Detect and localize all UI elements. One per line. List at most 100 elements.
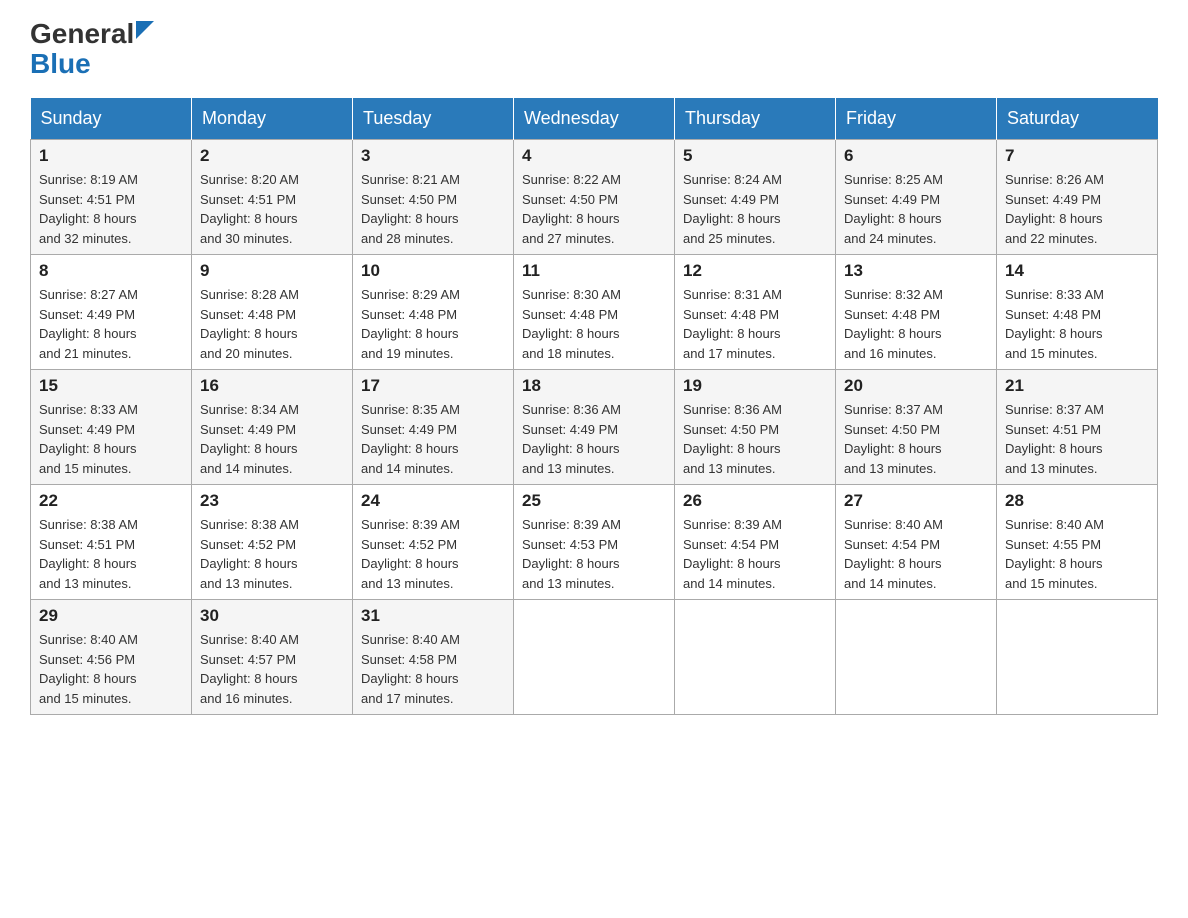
day-number: 24 <box>361 491 505 511</box>
day-cell: 30 Sunrise: 8:40 AM Sunset: 4:57 PM Dayl… <box>192 600 353 715</box>
day-number: 13 <box>844 261 988 281</box>
day-cell: 20 Sunrise: 8:37 AM Sunset: 4:50 PM Dayl… <box>836 370 997 485</box>
calendar-table: SundayMondayTuesdayWednesdayThursdayFrid… <box>30 98 1158 715</box>
logo-general: General <box>30 20 134 48</box>
day-number: 5 <box>683 146 827 166</box>
day-number: 28 <box>1005 491 1149 511</box>
day-number: 14 <box>1005 261 1149 281</box>
day-cell: 25 Sunrise: 8:39 AM Sunset: 4:53 PM Dayl… <box>514 485 675 600</box>
logo: General Blue <box>30 20 158 78</box>
page-header: General Blue <box>30 20 1158 78</box>
week-row-2: 8 Sunrise: 8:27 AM Sunset: 4:49 PM Dayli… <box>31 255 1158 370</box>
day-number: 3 <box>361 146 505 166</box>
calendar-header: SundayMondayTuesdayWednesdayThursdayFrid… <box>31 98 1158 140</box>
day-cell: 1 Sunrise: 8:19 AM Sunset: 4:51 PM Dayli… <box>31 140 192 255</box>
header-row: SundayMondayTuesdayWednesdayThursdayFrid… <box>31 98 1158 140</box>
header-friday: Friday <box>836 98 997 140</box>
day-cell: 4 Sunrise: 8:22 AM Sunset: 4:50 PM Dayli… <box>514 140 675 255</box>
day-cell: 10 Sunrise: 8:29 AM Sunset: 4:48 PM Dayl… <box>353 255 514 370</box>
day-info: Sunrise: 8:40 AM Sunset: 4:57 PM Dayligh… <box>200 630 344 708</box>
day-info: Sunrise: 8:39 AM Sunset: 4:52 PM Dayligh… <box>361 515 505 593</box>
day-cell: 14 Sunrise: 8:33 AM Sunset: 4:48 PM Dayl… <box>997 255 1158 370</box>
day-cell: 19 Sunrise: 8:36 AM Sunset: 4:50 PM Dayl… <box>675 370 836 485</box>
day-cell: 31 Sunrise: 8:40 AM Sunset: 4:58 PM Dayl… <box>353 600 514 715</box>
day-number: 18 <box>522 376 666 396</box>
day-cell: 3 Sunrise: 8:21 AM Sunset: 4:50 PM Dayli… <box>353 140 514 255</box>
day-info: Sunrise: 8:36 AM Sunset: 4:50 PM Dayligh… <box>683 400 827 478</box>
day-number: 30 <box>200 606 344 626</box>
week-row-4: 22 Sunrise: 8:38 AM Sunset: 4:51 PM Dayl… <box>31 485 1158 600</box>
calendar-body: 1 Sunrise: 8:19 AM Sunset: 4:51 PM Dayli… <box>31 140 1158 715</box>
day-cell: 18 Sunrise: 8:36 AM Sunset: 4:49 PM Dayl… <box>514 370 675 485</box>
day-info: Sunrise: 8:29 AM Sunset: 4:48 PM Dayligh… <box>361 285 505 363</box>
day-cell: 9 Sunrise: 8:28 AM Sunset: 4:48 PM Dayli… <box>192 255 353 370</box>
day-info: Sunrise: 8:35 AM Sunset: 4:49 PM Dayligh… <box>361 400 505 478</box>
day-cell <box>997 600 1158 715</box>
day-info: Sunrise: 8:25 AM Sunset: 4:49 PM Dayligh… <box>844 170 988 248</box>
week-row-5: 29 Sunrise: 8:40 AM Sunset: 4:56 PM Dayl… <box>31 600 1158 715</box>
day-info: Sunrise: 8:38 AM Sunset: 4:51 PM Dayligh… <box>39 515 183 593</box>
day-number: 26 <box>683 491 827 511</box>
day-number: 11 <box>522 261 666 281</box>
day-info: Sunrise: 8:22 AM Sunset: 4:50 PM Dayligh… <box>522 170 666 248</box>
day-cell: 22 Sunrise: 8:38 AM Sunset: 4:51 PM Dayl… <box>31 485 192 600</box>
day-cell <box>675 600 836 715</box>
day-number: 29 <box>39 606 183 626</box>
header-sunday: Sunday <box>31 98 192 140</box>
day-info: Sunrise: 8:27 AM Sunset: 4:49 PM Dayligh… <box>39 285 183 363</box>
week-row-3: 15 Sunrise: 8:33 AM Sunset: 4:49 PM Dayl… <box>31 370 1158 485</box>
day-number: 8 <box>39 261 183 281</box>
logo-triangle-icon <box>136 21 158 43</box>
day-info: Sunrise: 8:31 AM Sunset: 4:48 PM Dayligh… <box>683 285 827 363</box>
day-number: 27 <box>844 491 988 511</box>
day-number: 1 <box>39 146 183 166</box>
header-monday: Monday <box>192 98 353 140</box>
day-cell: 21 Sunrise: 8:37 AM Sunset: 4:51 PM Dayl… <box>997 370 1158 485</box>
day-info: Sunrise: 8:34 AM Sunset: 4:49 PM Dayligh… <box>200 400 344 478</box>
day-info: Sunrise: 8:33 AM Sunset: 4:48 PM Dayligh… <box>1005 285 1149 363</box>
day-number: 16 <box>200 376 344 396</box>
day-number: 31 <box>361 606 505 626</box>
day-number: 9 <box>200 261 344 281</box>
day-cell: 27 Sunrise: 8:40 AM Sunset: 4:54 PM Dayl… <box>836 485 997 600</box>
logo-blue: Blue <box>30 50 91 78</box>
day-cell: 5 Sunrise: 8:24 AM Sunset: 4:49 PM Dayli… <box>675 140 836 255</box>
header-wednesday: Wednesday <box>514 98 675 140</box>
day-cell: 26 Sunrise: 8:39 AM Sunset: 4:54 PM Dayl… <box>675 485 836 600</box>
day-info: Sunrise: 8:32 AM Sunset: 4:48 PM Dayligh… <box>844 285 988 363</box>
day-info: Sunrise: 8:39 AM Sunset: 4:54 PM Dayligh… <box>683 515 827 593</box>
day-info: Sunrise: 8:37 AM Sunset: 4:50 PM Dayligh… <box>844 400 988 478</box>
day-number: 10 <box>361 261 505 281</box>
day-number: 4 <box>522 146 666 166</box>
day-number: 23 <box>200 491 344 511</box>
day-cell: 6 Sunrise: 8:25 AM Sunset: 4:49 PM Dayli… <box>836 140 997 255</box>
day-info: Sunrise: 8:26 AM Sunset: 4:49 PM Dayligh… <box>1005 170 1149 248</box>
day-number: 17 <box>361 376 505 396</box>
day-number: 21 <box>1005 376 1149 396</box>
day-cell: 28 Sunrise: 8:40 AM Sunset: 4:55 PM Dayl… <box>997 485 1158 600</box>
day-number: 7 <box>1005 146 1149 166</box>
day-info: Sunrise: 8:30 AM Sunset: 4:48 PM Dayligh… <box>522 285 666 363</box>
day-cell: 2 Sunrise: 8:20 AM Sunset: 4:51 PM Dayli… <box>192 140 353 255</box>
day-number: 19 <box>683 376 827 396</box>
header-saturday: Saturday <box>997 98 1158 140</box>
day-number: 2 <box>200 146 344 166</box>
day-info: Sunrise: 8:24 AM Sunset: 4:49 PM Dayligh… <box>683 170 827 248</box>
day-info: Sunrise: 8:38 AM Sunset: 4:52 PM Dayligh… <box>200 515 344 593</box>
week-row-1: 1 Sunrise: 8:19 AM Sunset: 4:51 PM Dayli… <box>31 140 1158 255</box>
day-info: Sunrise: 8:40 AM Sunset: 4:58 PM Dayligh… <box>361 630 505 708</box>
day-info: Sunrise: 8:20 AM Sunset: 4:51 PM Dayligh… <box>200 170 344 248</box>
day-cell: 13 Sunrise: 8:32 AM Sunset: 4:48 PM Dayl… <box>836 255 997 370</box>
day-number: 22 <box>39 491 183 511</box>
day-info: Sunrise: 8:33 AM Sunset: 4:49 PM Dayligh… <box>39 400 183 478</box>
header-tuesday: Tuesday <box>353 98 514 140</box>
day-info: Sunrise: 8:19 AM Sunset: 4:51 PM Dayligh… <box>39 170 183 248</box>
day-cell: 16 Sunrise: 8:34 AM Sunset: 4:49 PM Dayl… <box>192 370 353 485</box>
header-thursday: Thursday <box>675 98 836 140</box>
day-number: 25 <box>522 491 666 511</box>
day-info: Sunrise: 8:40 AM Sunset: 4:54 PM Dayligh… <box>844 515 988 593</box>
day-info: Sunrise: 8:40 AM Sunset: 4:55 PM Dayligh… <box>1005 515 1149 593</box>
day-number: 20 <box>844 376 988 396</box>
day-info: Sunrise: 8:37 AM Sunset: 4:51 PM Dayligh… <box>1005 400 1149 478</box>
day-cell: 29 Sunrise: 8:40 AM Sunset: 4:56 PM Dayl… <box>31 600 192 715</box>
